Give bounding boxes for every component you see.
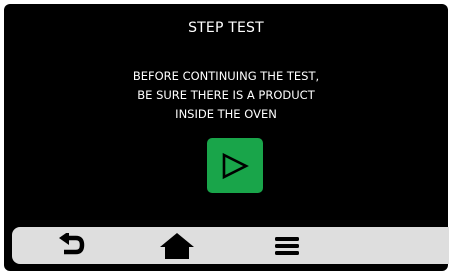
menu-button[interactable] [265, 227, 309, 264]
message-line-3: INSIDE THE OVEN [175, 107, 277, 121]
page-title: STEP TEST [188, 20, 264, 36]
play-button[interactable] [207, 138, 263, 193]
message-line-2: BE SURE THERE IS A PRODUCT [137, 88, 315, 102]
home-button[interactable] [155, 227, 199, 264]
message-line-1: BEFORE CONTINUING THE TEST, [132, 69, 320, 83]
back-arrow-icon [59, 232, 85, 254]
back-button[interactable] [50, 227, 94, 264]
home-icon [160, 232, 194, 259]
menu-icon [275, 236, 299, 255]
instruction-message: BEFORE CONTINUING THE TEST, BE SURE THER… [4, 67, 448, 124]
bottom-navigation-bar [12, 227, 449, 264]
play-icon [222, 152, 249, 179]
